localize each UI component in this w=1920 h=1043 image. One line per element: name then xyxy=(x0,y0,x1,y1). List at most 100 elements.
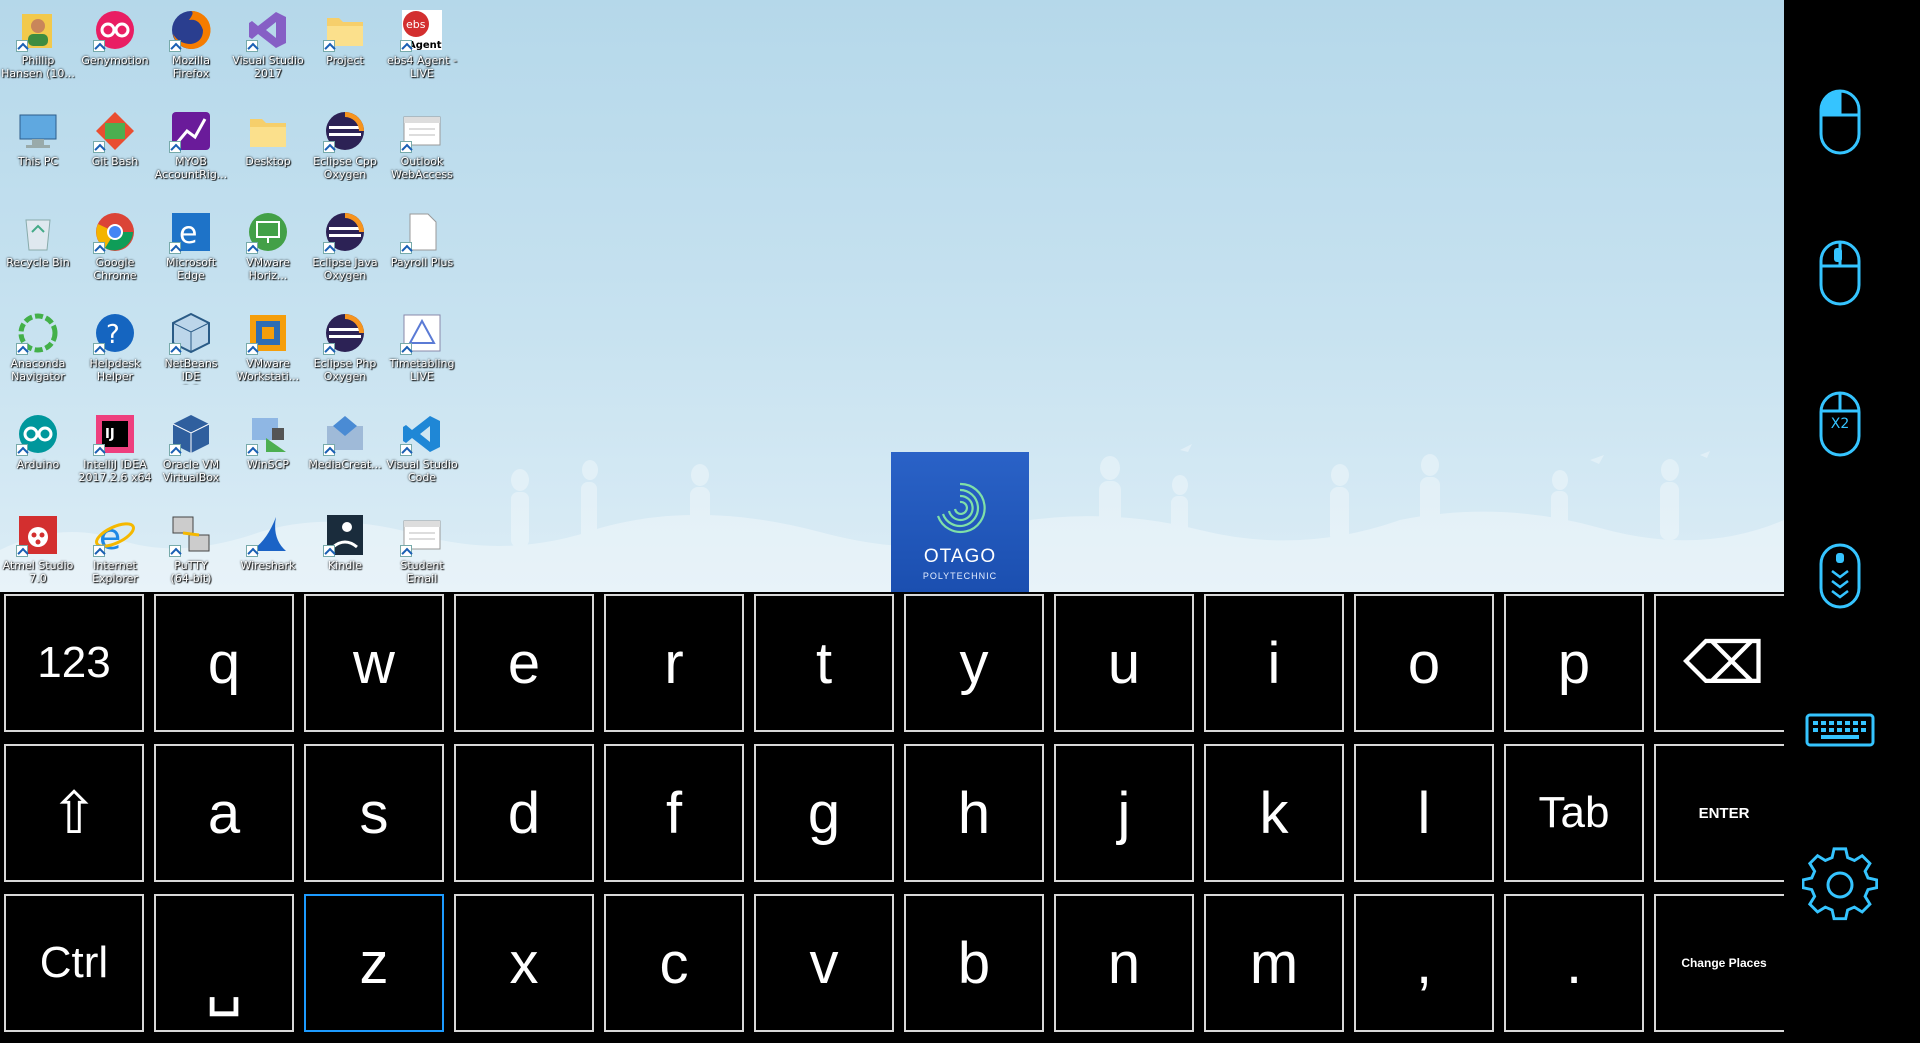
change-places-key[interactable]: Change Places xyxy=(1654,894,1794,1032)
shortcut-arrow-icon xyxy=(323,40,335,52)
key-y[interactable]: y xyxy=(904,594,1044,732)
shortcut-arrow-icon xyxy=(246,444,258,456)
right-click-button[interactable] xyxy=(1784,233,1896,313)
key-k[interactable]: k xyxy=(1204,744,1344,882)
key-period-label: . xyxy=(1565,930,1583,996)
desktop-icon[interactable]: Git Bash xyxy=(77,101,153,202)
scroll-icon xyxy=(1819,543,1861,609)
desktop-icon[interactable]: Wireshark xyxy=(230,505,306,592)
desktop-icon[interactable]: MYOB AccountRig... xyxy=(153,101,229,202)
backspace-key[interactable]: ⌫ xyxy=(1654,594,1794,732)
desktop-icon[interactable]: Student Email xyxy=(384,505,460,592)
left-click-button[interactable] xyxy=(1784,82,1896,162)
key-e[interactable]: e xyxy=(454,594,594,732)
key-b[interactable]: b xyxy=(904,894,1044,1032)
double-click-button[interactable]: X2 xyxy=(1784,384,1896,464)
shift-key[interactable]: ⇧ xyxy=(4,744,144,882)
desktop-icon[interactable]: Eclipse Cpp Oxygen xyxy=(307,101,383,202)
key-l[interactable]: l xyxy=(1354,744,1494,882)
desktop-icon[interactable]: VMware Horiz... xyxy=(230,202,306,303)
shortcut-arrow-icon xyxy=(400,242,412,254)
desktop-icon-label: This PC xyxy=(17,155,59,168)
key-w[interactable]: w xyxy=(304,594,444,732)
desktop-icon[interactable]: Eclipse Php Oxygen xyxy=(307,303,383,404)
keyboard-toggle-button[interactable] xyxy=(1784,706,1896,754)
desktop-icon[interactable]: ? Helpdesk Helper xyxy=(77,303,153,404)
key-x[interactable]: x xyxy=(454,894,594,1032)
key-j[interactable]: j xyxy=(1054,744,1194,882)
key-c[interactable]: c xyxy=(604,894,744,1032)
help-icon: ? xyxy=(93,311,137,355)
desktop-icon[interactable]: Project xyxy=(307,0,383,101)
desktop-icon[interactable]: Eclipse Java Oxygen xyxy=(307,202,383,303)
enter-key[interactable]: ENTER xyxy=(1654,744,1794,882)
desktop-icon-label: Google Chrome xyxy=(93,256,137,282)
desktop-icon[interactable]: PuTTY (64-bit) xyxy=(153,505,229,592)
shortcut-arrow-icon xyxy=(246,242,258,254)
desktop-icon[interactable]: NetBeans IDE 8.2 xyxy=(153,303,229,404)
on-screen-keyboard: 123 q w e r t y u i o p ⌫ ⇧ a s d f g h j k l Tab ENTER Ctrl ␣ z x c… xyxy=(0,592,1800,1043)
key-p[interactable]: p xyxy=(1504,594,1644,732)
desktop-icon[interactable]: e Microsoft Edge xyxy=(153,202,229,303)
desktop-icon[interactable]: Atmel Studio 7.0 xyxy=(0,505,76,592)
desktop-icon[interactable]: MediaCreat... xyxy=(307,404,383,505)
desktop-icon[interactable]: Payroll Plus xyxy=(384,202,460,303)
desktop-icon[interactable]: VMware Workstati... xyxy=(230,303,306,404)
key-s[interactable]: s xyxy=(304,744,444,882)
desktop-icon[interactable]: e Internet Explorer xyxy=(77,505,153,592)
key-q[interactable]: q xyxy=(154,594,294,732)
svg-text:Agent: Agent xyxy=(408,40,442,51)
tab-key[interactable]: Tab xyxy=(1504,744,1644,882)
key-h[interactable]: h xyxy=(904,744,1044,882)
desktop-icon-label: Wireshark xyxy=(240,559,296,572)
arduino-icon xyxy=(16,412,60,456)
desktop-icon[interactable]: Kindle xyxy=(307,505,383,592)
key-n[interactable]: n xyxy=(1054,894,1194,1032)
desktop-icon[interactable]: Outlook WebAccess xyxy=(384,101,460,202)
key-r[interactable]: r xyxy=(604,594,744,732)
desktop-icon[interactable]: Phillip Hansen (10... xyxy=(0,0,76,101)
desktop-icon[interactable]: Visual Studio Code xyxy=(384,404,460,505)
key-d[interactable]: d xyxy=(454,744,594,882)
desktop-icon[interactable]: Desktop xyxy=(230,101,306,202)
key-123[interactable]: 123 xyxy=(4,594,144,732)
key-t[interactable]: t xyxy=(754,594,894,732)
desktop-icon[interactable]: Visual Studio 2017 xyxy=(230,0,306,101)
key-period[interactable]: . xyxy=(1504,894,1644,1032)
key-a[interactable]: a xyxy=(154,744,294,882)
key-v[interactable]: v xyxy=(754,894,894,1032)
desktop-icon[interactable]: ebs Agent ebs4 Agent - LIVE xyxy=(384,0,460,101)
desktop-icon[interactable]: Oracle VM VirtualBox xyxy=(153,404,229,505)
desktop-icon[interactable]: Anaconda Navigator xyxy=(0,303,76,404)
scroll-button[interactable] xyxy=(1784,536,1896,616)
key-o[interactable]: o xyxy=(1354,594,1494,732)
ctrl-key[interactable]: Ctrl xyxy=(4,894,144,1032)
desktop-icon[interactable]: Arduino xyxy=(0,404,76,505)
key-g[interactable]: g xyxy=(754,744,894,882)
desktop-icon-label: Eclipse Cpp Oxygen xyxy=(313,155,377,181)
desktop-icon[interactable]: This PC xyxy=(0,101,76,202)
desktop-icon[interactable]: WinSCP xyxy=(230,404,306,505)
desktop-icon[interactable]: Timetabling LIVE xyxy=(384,303,460,404)
key-comma[interactable]: , xyxy=(1354,894,1494,1032)
key-g-label: g xyxy=(807,780,841,846)
key-u[interactable]: u xyxy=(1054,594,1194,732)
desktop-icon-label: Phillip Hansen (10... xyxy=(1,54,75,80)
shortcut-arrow-icon xyxy=(400,141,412,153)
key-z[interactable]: z xyxy=(304,894,444,1032)
desktop-icon[interactable]: Mozilla Firefox xyxy=(153,0,229,101)
desktop-icon[interactable]: IJ IntelliJ IDEA 2017.2.6 x64 xyxy=(77,404,153,505)
media-creation-icon xyxy=(323,412,367,456)
space-key[interactable]: ␣ xyxy=(154,894,294,1032)
desktop-icon-label: Mozilla Firefox xyxy=(172,54,210,80)
key-f[interactable]: f xyxy=(604,744,744,882)
desktop-icon-label: Timetabling LIVE xyxy=(389,357,455,383)
settings-button[interactable] xyxy=(1784,842,1896,928)
chrome-icon xyxy=(93,210,137,254)
desktop-icon[interactable]: Google Chrome xyxy=(77,202,153,303)
desktop-icon[interactable]: Recycle Bin xyxy=(0,202,76,303)
key-i[interactable]: i xyxy=(1204,594,1344,732)
desktop-icon[interactable]: Genymotion xyxy=(77,0,153,101)
genymotion-icon xyxy=(93,8,137,52)
key-m[interactable]: m xyxy=(1204,894,1344,1032)
